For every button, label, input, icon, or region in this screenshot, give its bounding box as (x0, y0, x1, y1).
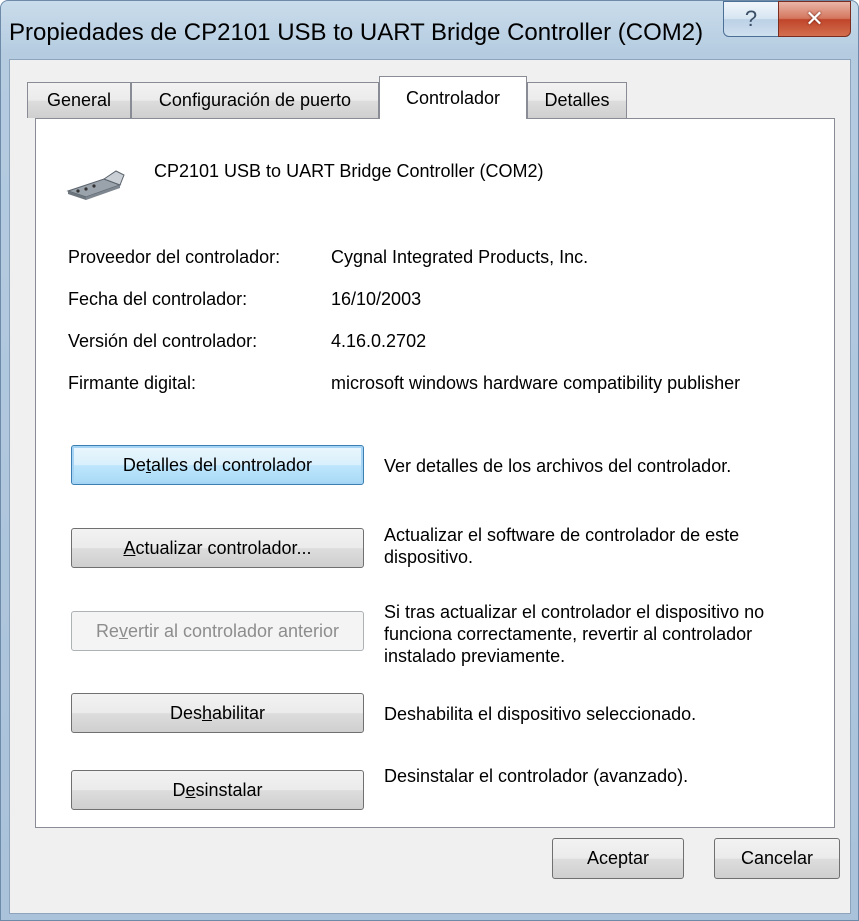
disable-device-button[interactable]: Des h abilitar (71, 693, 364, 733)
close-button[interactable]: ✕ (778, 1, 851, 37)
update-driver-button[interactable]: Actualizar controlador... (71, 528, 364, 568)
cancel-button[interactable]: Cancelar (714, 838, 840, 879)
disable-device-description: Deshabilita el dispositivo seleccionado. (384, 704, 697, 724)
tab-detalles[interactable]: Detalles (527, 82, 627, 118)
signer-value: microsoft windows hardware compatibility… (331, 373, 741, 393)
driver-details-description: Ver detalles de los archivos del control… (384, 456, 732, 476)
device-name: CP2101 USB to UART Bridge Controller (CO… (154, 161, 544, 181)
serial-port-icon (64, 165, 128, 206)
date-label: Fecha del controlador: (68, 289, 248, 309)
help-button[interactable]: ? (723, 1, 779, 37)
tab-configuracion-de-puerto[interactable]: Configuración de puerto (131, 82, 379, 118)
uninstall-driver-description: Desinstalar el controlador (avanzado). (384, 766, 689, 786)
ok-button[interactable]: Aceptar (552, 838, 684, 879)
window-title: Propiedades de CP2101 USB to UART Bridge… (9, 19, 704, 46)
provider-label: Proveedor del controlador: (68, 247, 281, 267)
provider-value: Cygnal Integrated Products, Inc. (331, 247, 589, 267)
uninstall-driver-button[interactable]: De sinstalar (71, 770, 364, 810)
signer-label: Firmante digital: (68, 373, 197, 393)
dialog-body: General Configuración de puerto Controla… (9, 59, 851, 914)
help-icon: ? (744, 6, 758, 31)
rollback-driver-button: Re v ertir al controlador anterior (71, 611, 364, 651)
tab-general[interactable]: General (27, 82, 131, 118)
version-value: 4.16.0.2702 (331, 331, 427, 351)
date-value: 16/10/2003 (331, 289, 422, 309)
tab-controlador[interactable]: Controlador (379, 76, 527, 119)
properties-dialog: Propiedades de CP2101 USB to UART Bridge… (0, 0, 859, 921)
version-label: Versión del controlador: (68, 331, 258, 351)
update-driver-description: Actualizar el software de controlador de… (384, 525, 740, 567)
rollback-driver-description: Si tras actualizar el controlador el dis… (384, 602, 765, 666)
driver-tab-panel: CP2101 USB to UART Bridge Controller (CO… (35, 118, 835, 828)
close-icon: ✕ (805, 6, 824, 31)
driver-details-button[interactable]: De t alles del controlador (71, 445, 364, 485)
